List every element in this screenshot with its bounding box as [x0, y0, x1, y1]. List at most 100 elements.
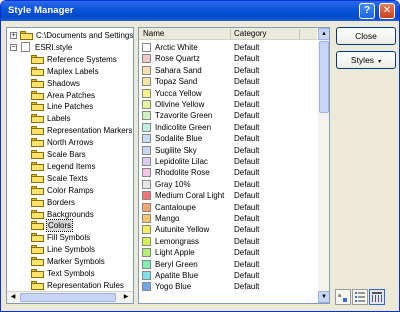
list-header: Name Category — [139, 28, 317, 40]
large-icons-view-icon[interactable]: a — [335, 289, 351, 305]
list-row[interactable]: Gray 10% Default — [139, 179, 317, 190]
item-name: Sodalite Blue — [155, 134, 203, 144]
folder-icon — [31, 269, 44, 278]
tree-folder-item[interactable]: Colors — [7, 219, 133, 233]
list-row[interactable]: Beryl Green Default — [139, 259, 317, 270]
scroll-thumb[interactable] — [319, 41, 329, 113]
tree-folder-item[interactable]: Labels — [7, 113, 133, 124]
tree-folder-item[interactable]: Area Patches — [7, 90, 133, 101]
tree-folder-item[interactable]: Backgrounds — [7, 209, 133, 220]
folder-icon — [31, 102, 44, 112]
list-row[interactable]: Tzavorite Green Default — [139, 110, 317, 121]
tree-folder-item[interactable]: Text Symbols — [7, 268, 133, 279]
title-bar[interactable]: Style Manager ? ✕ — [1, 1, 399, 21]
color-swatch — [142, 157, 151, 166]
details-view-icon[interactable] — [369, 289, 385, 305]
color-swatch — [142, 134, 151, 144]
close-window-button[interactable]: ✕ — [379, 3, 395, 19]
column-divider[interactable] — [299, 29, 300, 39]
tree-folder-item[interactable]: Color Ramps — [7, 185, 133, 196]
item-name: Yucca Yellow — [155, 88, 202, 98]
column-header-name[interactable]: Name — [143, 29, 164, 39]
tree-folder-item[interactable]: Line Patches — [7, 101, 133, 112]
tree-node-label: Backgrounds — [47, 209, 94, 219]
tree-folder-item[interactable]: Representation Markers — [7, 125, 133, 136]
item-category: Default — [234, 157, 260, 166]
list-row[interactable]: Rhodolite Rose Default — [139, 167, 317, 178]
expand-icon[interactable]: + — [10, 32, 17, 39]
tree-node-label: Representation Rules — [47, 280, 124, 290]
list-row[interactable]: Autunite Yellow Default — [139, 224, 317, 235]
folder-icon — [31, 66, 44, 76]
collapse-icon[interactable]: − — [10, 43, 17, 51]
item-name: Autunite Yellow — [155, 225, 210, 235]
list-row[interactable]: Topaz Sand Default — [139, 76, 317, 87]
column-header-category[interactable]: Category — [234, 29, 266, 39]
item-name: Topaz Sand — [155, 77, 198, 87]
color-swatch — [142, 54, 151, 64]
list-vertical-scrollbar[interactable]: ▲ ▼ — [318, 28, 329, 303]
list-row[interactable]: Apatite Blue Default — [139, 270, 317, 281]
list-row[interactable]: Lemongrass Default — [139, 236, 317, 247]
list-row[interactable]: Medium Coral Light Default — [139, 190, 317, 201]
tree-folder-item[interactable]: Marker Symbols — [7, 256, 133, 267]
item-name: Arctic White — [155, 43, 198, 52]
color-swatch — [142, 191, 151, 201]
tree-root-node[interactable]: + C:\Documents and Settings\ — [7, 30, 133, 41]
tree-style-file-node[interactable]: − ESRI.style — [7, 41, 133, 53]
list-row[interactable]: Light Apple Default — [139, 247, 317, 258]
tree-folder-item[interactable]: Legend Items — [7, 161, 133, 172]
tree-horizontal-scrollbar[interactable]: ◀ ▶ — [7, 291, 133, 303]
item-category: Default — [234, 100, 260, 109]
tree-folder-item[interactable]: Fill Symbols — [7, 232, 133, 243]
tree-folder-item[interactable]: Scale Texts — [7, 173, 133, 184]
folder-icon — [31, 126, 44, 136]
styles-button[interactable]: Styles ▾ — [336, 51, 396, 69]
folder-icon — [31, 185, 44, 195]
color-swatch — [142, 145, 151, 155]
color-swatch — [142, 43, 151, 52]
list-row[interactable]: Yogo Blue Default — [139, 281, 317, 292]
list-row[interactable]: Arctic White Default — [139, 42, 317, 53]
list-row[interactable]: Olivine Yellow Default — [139, 99, 317, 110]
scroll-thumb[interactable] — [20, 293, 116, 302]
color-swatch — [142, 282, 151, 292]
item-name: Indicolite Green — [155, 122, 212, 132]
scroll-left-icon[interactable]: ◀ — [7, 292, 19, 303]
item-category: Default — [234, 65, 260, 75]
style-tree[interactable]: + C:\Documents and Settings\ − ESRI.styl… — [6, 27, 134, 304]
item-name: Sahara Sand — [155, 65, 202, 75]
close-button[interactable]: Close — [336, 27, 396, 45]
list-row[interactable]: Yucca Yellow Default — [139, 88, 317, 99]
color-swatch — [142, 168, 151, 178]
scroll-right-icon[interactable]: ▶ — [120, 292, 132, 303]
list-row[interactable]: Indicolite Green Default — [139, 122, 317, 133]
tree-node-label: Line Patches — [47, 102, 94, 112]
chevron-down-icon: ▾ — [378, 59, 382, 65]
help-button[interactable]: ? — [359, 3, 375, 19]
style-manager-window: Style Manager ? ✕ + C:\Documents and Set… — [0, 0, 400, 312]
list-row[interactable]: Sahara Sand Default — [139, 65, 317, 76]
list-view-icon[interactable] — [352, 289, 368, 305]
tree-folder-item[interactable]: Scale Bars — [7, 149, 133, 160]
tree-folder-item[interactable]: Line Symbols — [7, 244, 133, 255]
tree-folder-item[interactable]: North Arrows — [7, 137, 133, 148]
list-row[interactable]: Cantaloupe Default — [139, 202, 317, 213]
list-row[interactable]: Lepidolite Lilac Default — [139, 156, 317, 167]
scroll-down-icon[interactable]: ▼ — [318, 291, 329, 303]
tree-folder-item[interactable]: Borders — [7, 197, 133, 208]
list-row[interactable]: Mango Default — [139, 213, 317, 224]
list-row[interactable]: Sugilite Sky Default — [139, 145, 317, 156]
column-divider[interactable] — [230, 29, 231, 39]
tree-folder-item[interactable]: Maplex Labels — [7, 66, 133, 77]
item-name: Rose Quartz — [155, 54, 200, 64]
list-row[interactable]: Rose Quartz Default — [139, 53, 317, 64]
tree-node-label: Text Symbols — [47, 269, 95, 278]
tree-folder-item[interactable]: Reference Systems — [7, 54, 133, 65]
scroll-up-icon[interactable]: ▲ — [318, 28, 329, 40]
list-row[interactable]: Sodalite Blue Default — [139, 133, 317, 144]
style-items-list[interactable]: Name Category Arctic White Default Rose … — [138, 27, 330, 304]
tree-node-label: Maplex Labels — [47, 66, 99, 76]
tree-folder-item[interactable]: Representation Rules — [7, 280, 133, 291]
tree-folder-item[interactable]: Shadows — [7, 78, 133, 89]
